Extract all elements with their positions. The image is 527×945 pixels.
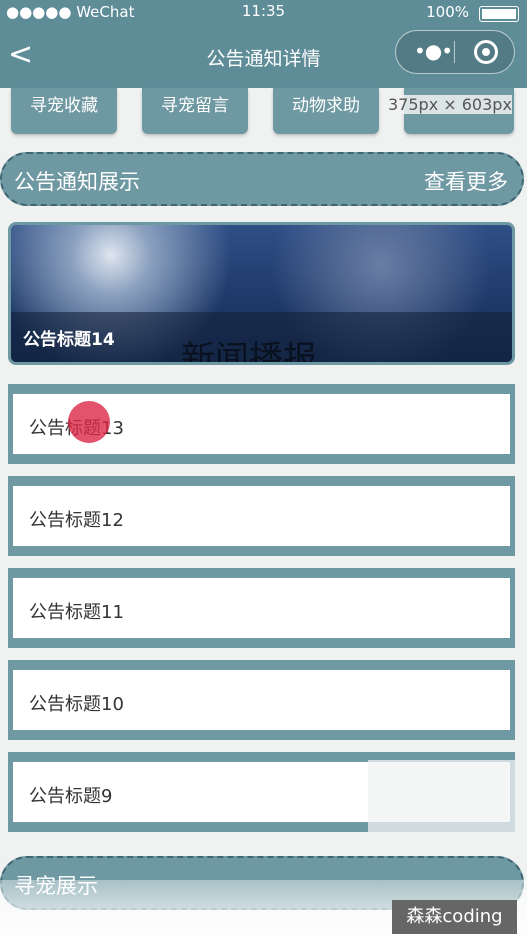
notice-item-title: 公告标题9	[29, 786, 113, 807]
tab-animal-help[interactable]: 动物求助	[273, 88, 379, 134]
notice-banner[interactable]: 新闻播报 公告标题14	[8, 222, 515, 365]
notice-item-title: 公告标题11	[29, 602, 124, 623]
notice-item[interactable]: 公告标题10	[8, 660, 515, 740]
more-icon[interactable]: •●•	[414, 39, 453, 63]
notice-section-title: 公告通知展示	[14, 170, 140, 194]
touch-indicator	[68, 401, 110, 443]
notice-section-header: 公告通知展示 查看更多	[0, 152, 524, 206]
battery-percent: 100%	[426, 3, 469, 21]
nav-bar: < 公告通知详情 •●•	[0, 24, 527, 88]
notice-item-title: 公告标题10	[29, 694, 124, 715]
notice-item[interactable]: 公告标题11	[8, 568, 515, 648]
close-target-icon[interactable]	[474, 40, 498, 64]
devtools-dimension-overlay: 375px × 603px	[388, 95, 512, 114]
battery-icon	[479, 6, 519, 22]
notice-item[interactable]: 公告标题12	[8, 476, 515, 556]
capsule-divider	[454, 41, 455, 63]
tab-pet-messages[interactable]: 寻宠留言	[142, 88, 248, 134]
notice-item-title: 公告标题12	[29, 510, 124, 531]
mini-program-capsule: •●•	[395, 30, 515, 74]
banner-image-text: 新闻播报	[181, 339, 317, 365]
view-more-link[interactable]: 查看更多	[424, 166, 508, 196]
tab-pet-favorites[interactable]: 寻宠收藏	[11, 88, 117, 134]
banner-title: 公告标题14	[23, 330, 115, 350]
status-bar: ●●●●● WeChat 11:35 100%	[0, 0, 527, 24]
video-watermark: 森森coding	[392, 900, 517, 934]
